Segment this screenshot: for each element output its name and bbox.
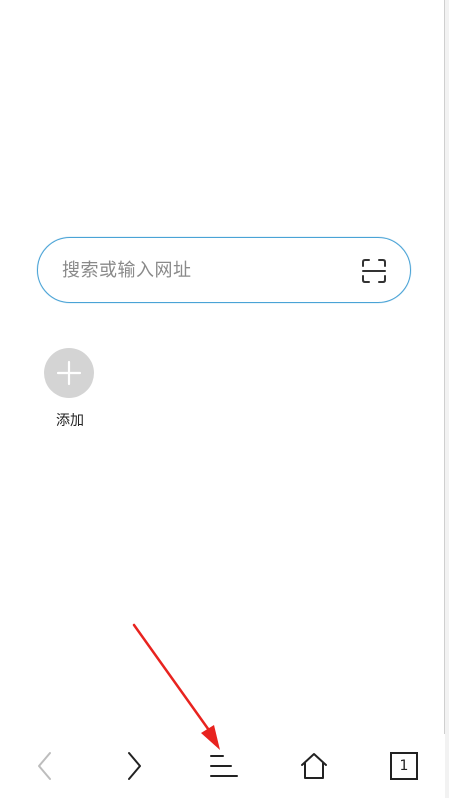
add-shortcut-label: 添加 bbox=[56, 413, 84, 429]
chevron-right-icon bbox=[128, 752, 141, 780]
scan-icon bbox=[362, 259, 386, 283]
annotation-arrow bbox=[132, 623, 220, 750]
window-edge bbox=[444, 0, 449, 798]
browser-home-screen: 搜索或输入网址 添加 1 bbox=[0, 0, 449, 798]
home-button[interactable] bbox=[284, 734, 344, 798]
bottom-toolbar: 1 bbox=[0, 734, 445, 798]
scan-button[interactable] bbox=[360, 257, 388, 285]
back-button[interactable] bbox=[15, 734, 75, 798]
add-shortcut-tile[interactable]: 添加 bbox=[44, 348, 96, 429]
plus-icon bbox=[56, 360, 82, 386]
tabs-button[interactable]: 1 bbox=[374, 734, 434, 798]
forward-button[interactable] bbox=[104, 734, 164, 798]
tab-count: 1 bbox=[399, 758, 409, 774]
search-bar[interactable]: 搜索或输入网址 bbox=[37, 237, 411, 303]
add-shortcut-button[interactable] bbox=[44, 348, 94, 398]
menu-icon bbox=[210, 755, 238, 777]
search-input-placeholder[interactable]: 搜索或输入网址 bbox=[62, 238, 192, 304]
home-icon bbox=[301, 753, 327, 779]
chevron-left-icon bbox=[38, 752, 51, 780]
menu-button[interactable] bbox=[194, 734, 254, 798]
